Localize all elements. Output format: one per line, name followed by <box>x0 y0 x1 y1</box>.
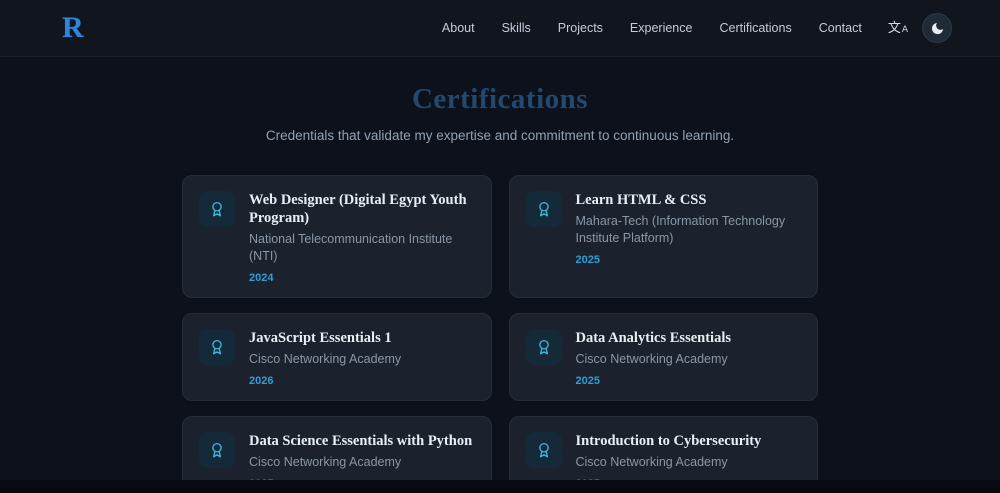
page-subtitle: Credentials that validate my expertise a… <box>265 128 735 143</box>
certification-card[interactable]: Web Designer (Digital Egypt Youth Progra… <box>182 175 492 298</box>
certification-issuer: National Telecommunication Institute (NT… <box>249 232 453 264</box>
certification-year: 2024 <box>249 272 274 284</box>
certification-issuer: Cisco Networking Academy <box>249 455 402 470</box>
award-icon <box>525 329 562 365</box>
certification-title: Data Science Essentials with Python <box>249 433 473 449</box>
certification-year: 2025 <box>575 253 600 266</box>
nav-icons: 文 A <box>888 13 952 43</box>
award-icon <box>525 432 562 468</box>
nav-link-projects[interactable]: Projects <box>558 21 603 35</box>
next-section-edge <box>0 480 1000 493</box>
translate-icon-latin: A <box>901 24 908 35</box>
certification-title: Introduction to Cybersecurity <box>575 433 762 449</box>
moon-icon <box>930 21 945 36</box>
certification-title: Learn HTML & CSS <box>575 192 707 208</box>
certification-year: 2025 <box>575 375 600 387</box>
site-logo[interactable]: R <box>62 13 84 43</box>
certification-title: Web Designer (Digital Egypt Youth Progra… <box>249 192 467 227</box>
certification-body: JavaScript Essentials 1 Cisco Networking… <box>249 329 401 387</box>
certification-issuer: Cisco Networking Academy <box>249 352 402 367</box>
certification-body: Learn HTML & CSS Mahara-Tech (Informatio… <box>576 191 802 284</box>
award-icon <box>525 191 562 227</box>
navbar: R About Skills Projects Experience Certi… <box>0 0 1000 57</box>
certification-card[interactable]: JavaScript Essentials 1 Cisco Networking… <box>182 313 492 401</box>
nav-link-experience[interactable]: Experience <box>630 21 693 35</box>
certification-title: Data Analytics Essentials <box>575 330 732 346</box>
nav-links: About Skills Projects Experience Certifi… <box>442 21 862 35</box>
certification-issuer: Mahara-Tech (Information Technology Inst… <box>575 214 786 245</box>
certification-issuer: Cisco Networking Academy <box>575 455 728 470</box>
award-icon <box>199 191 235 227</box>
certification-title: JavaScript Essentials 1 <box>249 330 392 346</box>
certification-card[interactable]: Learn HTML & CSS Mahara-Tech (Informatio… <box>508 175 818 298</box>
nav-link-contact[interactable]: Contact <box>819 21 862 35</box>
certification-body: Data Analytics Essentials Cisco Networki… <box>576 329 732 387</box>
certifications-section-header: Certifications Credentials that validate… <box>0 83 1000 143</box>
award-icon <box>199 329 235 365</box>
award-icon <box>199 432 235 468</box>
translate-icon: 文 <box>887 20 901 36</box>
certification-issuer: Cisco Networking Academy <box>575 352 728 367</box>
page-title: Certifications <box>411 83 589 115</box>
certifications-grid: Web Designer (Digital Egypt Youth Progra… <box>182 175 818 493</box>
nav-link-skills[interactable]: Skills <box>502 21 531 35</box>
certification-year: 2026 <box>249 375 274 387</box>
certification-card[interactable]: Data Analytics Essentials Cisco Networki… <box>508 313 818 401</box>
theme-toggle-button[interactable] <box>922 13 952 43</box>
language-toggle-button[interactable]: 文 A <box>888 22 908 35</box>
nav-link-certifications[interactable]: Certifications <box>719 21 791 35</box>
certification-body: Web Designer (Digital Egypt Youth Progra… <box>249 191 475 284</box>
nav-link-about[interactable]: About <box>442 21 475 35</box>
